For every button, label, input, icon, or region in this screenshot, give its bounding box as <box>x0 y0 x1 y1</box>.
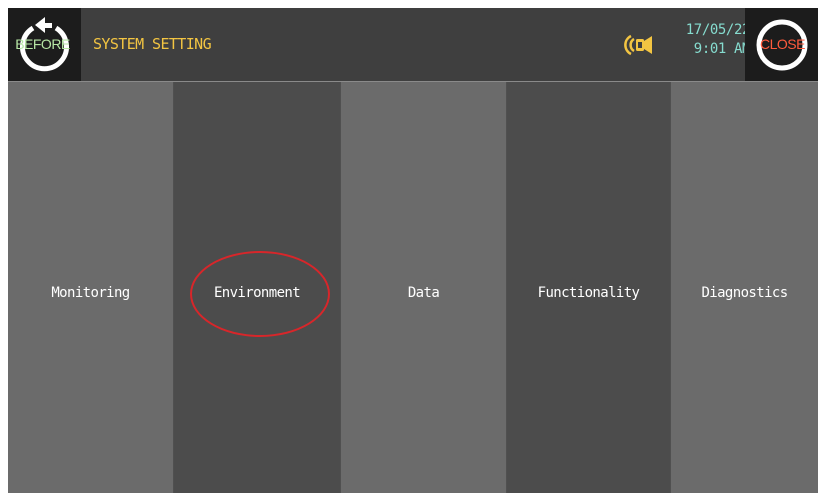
close-label: CLOSE <box>760 36 805 52</box>
tile-label: Data <box>407 285 440 301</box>
tile-label: Environment <box>213 285 301 301</box>
before-label: BEFORE <box>15 36 70 52</box>
date-text: 17/05/22 <box>685 22 751 38</box>
page-title: SYSTEM SETTING <box>93 35 212 53</box>
before-button[interactable]: BEFORE <box>8 8 81 81</box>
time-text: 9:01 AM <box>693 41 751 57</box>
tile-data[interactable]: Data <box>341 82 507 493</box>
tile-label: Diagnostics <box>701 285 788 301</box>
tile-label: Functionality <box>537 285 640 301</box>
close-button[interactable]: CLOSE <box>745 8 818 81</box>
tile-monitoring[interactable]: Monitoring <box>8 82 174 493</box>
tile-diagnostics[interactable]: Diagnostics <box>671 82 818 493</box>
menu-tiles: Monitoring Environment Data Functionalit… <box>8 82 818 493</box>
header-bar: BEFORE SYSTEM SETTING 17/05/22 9:01 AM C… <box>8 8 818 82</box>
tile-functionality[interactable]: Functionality <box>507 82 671 493</box>
hmi-screen: BEFORE SYSTEM SETTING 17/05/22 9:01 AM C… <box>8 8 818 493</box>
datetime-display: 17/05/22 9:01 AM <box>672 21 751 59</box>
tile-label: Monitoring <box>51 285 130 301</box>
tile-environment[interactable]: Environment <box>174 82 341 493</box>
speaker-icon <box>624 34 652 56</box>
